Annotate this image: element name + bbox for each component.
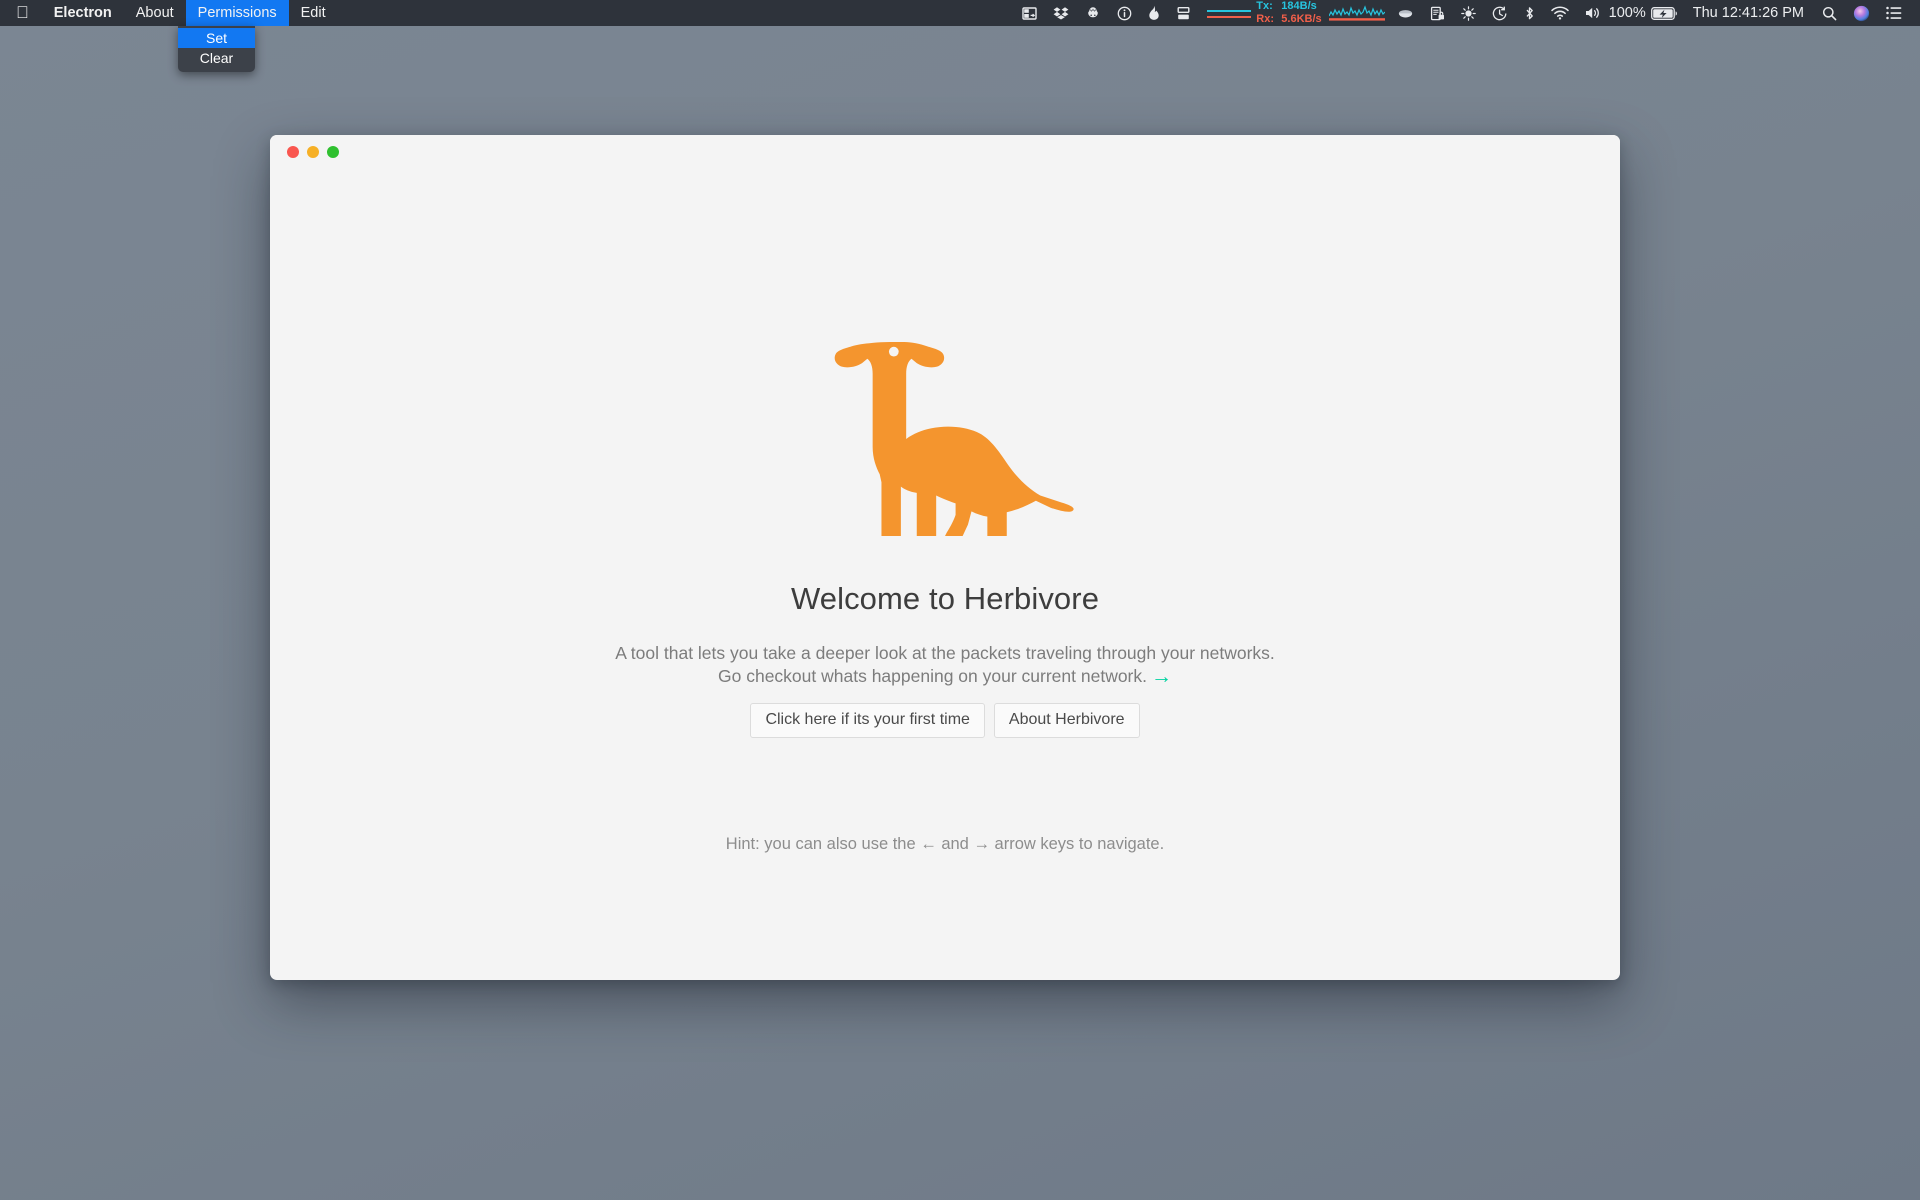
network-sparkline-graph xyxy=(1329,5,1385,22)
window-content: Welcome to Herbivore A tool that lets yo… xyxy=(270,169,1620,980)
minimize-button[interactable] xyxy=(307,146,319,158)
apple-logo-icon[interactable]:  xyxy=(0,4,42,21)
permissions-dropdown-menu[interactable]: Set Clear xyxy=(178,26,255,72)
flame-icon[interactable] xyxy=(1140,0,1168,26)
menu-item-permissions-label: Permissions xyxy=(198,5,277,21)
time-machine-icon[interactable] xyxy=(1484,0,1516,26)
go-arrow-icon[interactable]: → xyxy=(1151,665,1172,688)
menu-bar-clock[interactable]: Thu 12:41:26 PM xyxy=(1681,5,1814,21)
page-title: Welcome to Herbivore xyxy=(791,581,1099,617)
server-stack-icon[interactable] xyxy=(1168,0,1199,26)
herbivore-dinosaur-logo xyxy=(811,319,1079,544)
herbivore-app-window: Welcome to Herbivore A tool that lets yo… xyxy=(270,135,1620,980)
welcome-description: A tool that lets you take a deeper look … xyxy=(615,642,1275,691)
wifi-icon[interactable] xyxy=(1543,0,1577,26)
network-readout: Tx: 184B/s Rx: 5.6KB/s xyxy=(1256,1,1321,25)
info-circle-icon[interactable] xyxy=(1109,0,1140,26)
welcome-button-row: Click here if its your first time About … xyxy=(750,703,1139,738)
menu-item-about[interactable]: About xyxy=(124,0,186,26)
control-center-icon[interactable] xyxy=(1878,0,1910,26)
volume-icon[interactable] xyxy=(1577,0,1609,26)
rx-label: Rx: xyxy=(1256,14,1277,25)
about-herbivore-button[interactable]: About Herbivore xyxy=(994,703,1140,738)
menu-item-edit-label: Edit xyxy=(301,5,326,21)
document-lock-icon[interactable] xyxy=(1422,0,1453,26)
tx-row: Tx: 184B/s xyxy=(1256,1,1321,12)
maximize-button[interactable] xyxy=(327,146,339,158)
siri-icon[interactable] xyxy=(1845,0,1878,26)
menu-bar-left:  Electron About Permissions Edit xyxy=(0,0,338,26)
bartender-icon[interactable] xyxy=(1077,0,1109,26)
rx-row: Rx: 5.6KB/s xyxy=(1256,14,1321,25)
menu-item-electron-label: Electron xyxy=(54,5,112,21)
rectangle-arrow-icon[interactable] xyxy=(1014,0,1045,26)
menu-bar-status-area: Tx: 184B/s Rx: 5.6KB/s xyxy=(1014,0,1920,26)
battery-percent-label: 100% xyxy=(1609,5,1649,21)
window-title-bar[interactable] xyxy=(270,135,1620,169)
menu-item-edit[interactable]: Edit xyxy=(289,0,338,26)
close-button[interactable] xyxy=(287,146,299,158)
menu-item-about-label: About xyxy=(136,5,174,21)
first-time-button[interactable]: Click here if its your first time xyxy=(750,703,984,738)
tx-label: Tx: xyxy=(1256,1,1277,12)
battery-charging-icon[interactable] xyxy=(1649,0,1681,26)
network-throughput-widget[interactable]: Tx: 184B/s Rx: 5.6KB/s xyxy=(1199,0,1388,26)
brightness-icon[interactable] xyxy=(1453,0,1484,26)
menu-option-set[interactable]: Set xyxy=(178,28,255,48)
search-icon[interactable] xyxy=(1814,0,1845,26)
dropbox-icon[interactable] xyxy=(1045,0,1077,26)
tx-baseline xyxy=(1207,10,1251,12)
navigation-hint: Hint: you can also use the ← and → arrow… xyxy=(726,835,1164,854)
menu-bar:  Electron About Permissions Edit xyxy=(0,0,1920,26)
menu-item-permissions[interactable]: Permissions xyxy=(186,0,289,26)
rx-baseline xyxy=(1207,16,1251,18)
tx-value: 184B/s xyxy=(1281,1,1316,12)
menu-option-clear-label: Clear xyxy=(200,50,233,66)
rx-value: 5.6KB/s xyxy=(1281,14,1321,25)
network-sparkline-baselines xyxy=(1207,9,1251,18)
description-line-1: A tool that lets you take a deeper look … xyxy=(615,643,1275,663)
menu-option-clear[interactable]: Clear xyxy=(178,48,255,68)
bluetooth-icon[interactable] xyxy=(1516,0,1543,26)
menu-item-electron[interactable]: Electron xyxy=(42,0,124,26)
description-line-2: Go checkout whats happening on your curr… xyxy=(718,666,1147,686)
coffee-cup-icon[interactable] xyxy=(1389,0,1422,26)
menu-option-set-label: Set xyxy=(206,30,227,46)
